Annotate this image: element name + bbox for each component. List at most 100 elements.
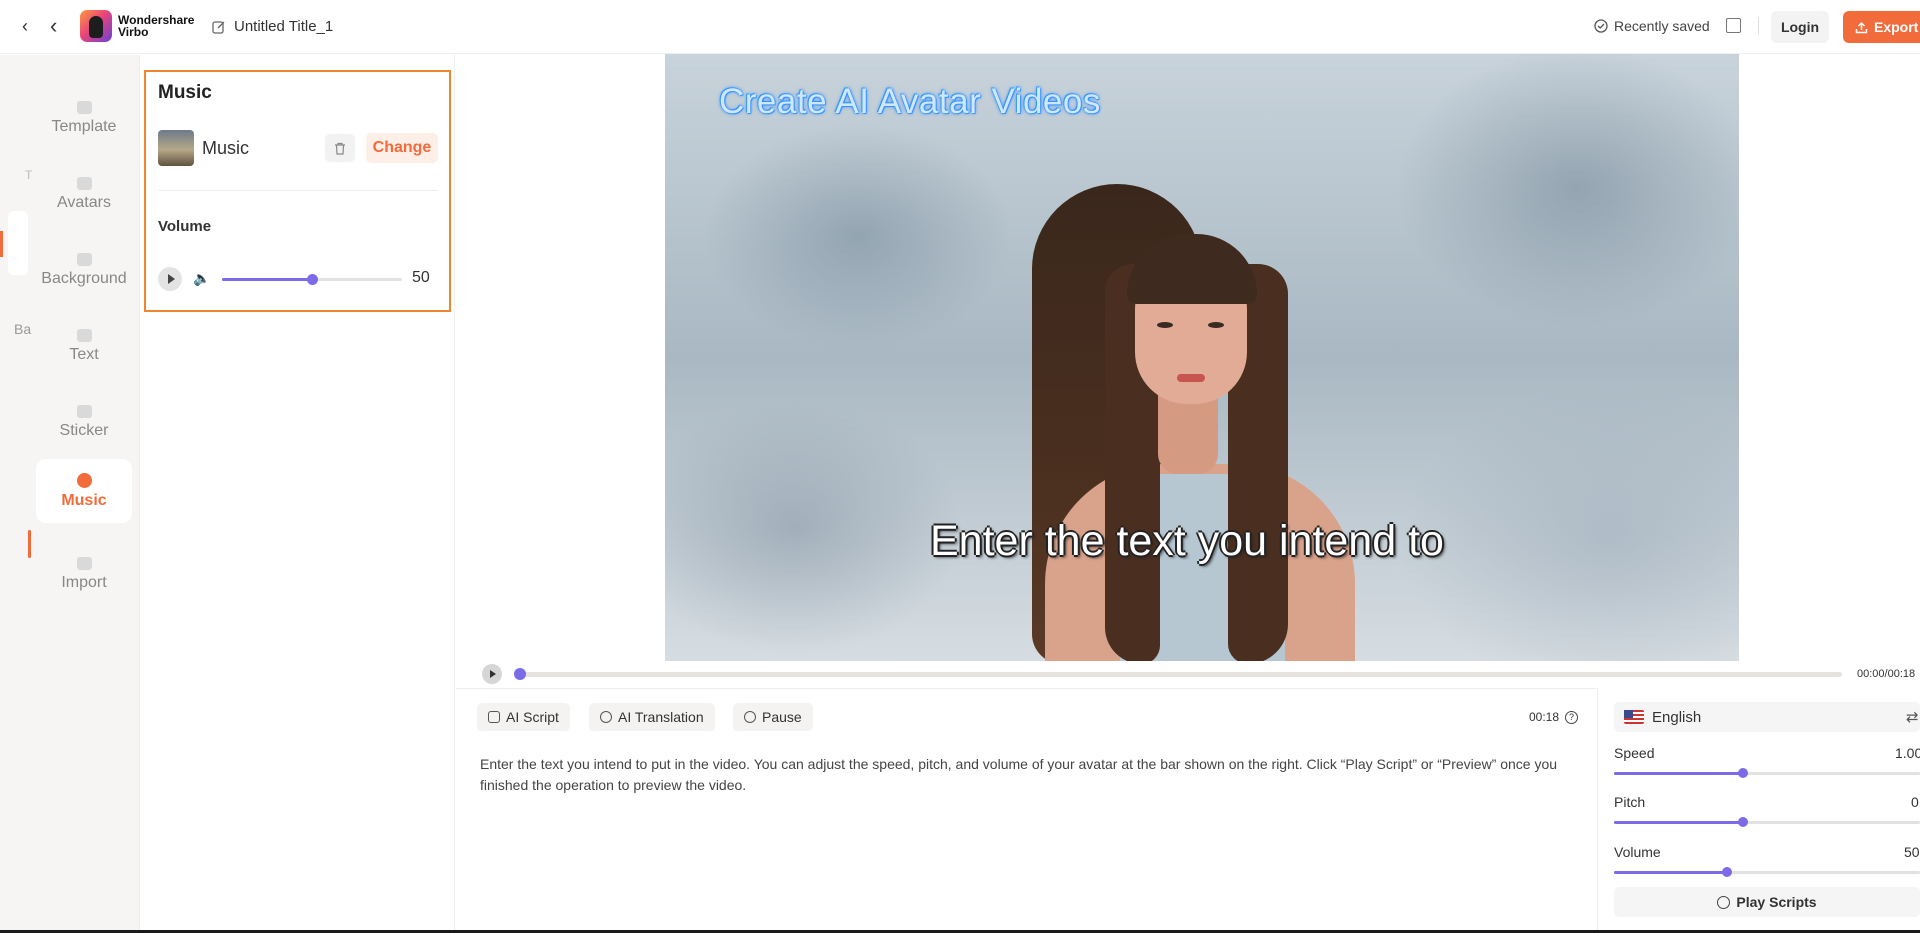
- speaker-icon[interactable]: 🔈: [193, 270, 210, 287]
- import-icon: [76, 556, 92, 570]
- tool-label: Pause: [762, 709, 802, 725]
- speed-label: Speed: [1614, 745, 1655, 761]
- tool-label: AI Script: [506, 709, 559, 725]
- left-nav: T Ba Template Avatars Background Text St…: [0, 55, 140, 933]
- play-scripts-label: Play Scripts: [1736, 894, 1817, 910]
- language-value: English: [1652, 708, 1702, 726]
- music-volume-slider[interactable]: [222, 274, 402, 285]
- script-duration: 00:18 ?: [1529, 710, 1579, 724]
- slider-fill: [1614, 821, 1743, 824]
- panel-title: Music: [158, 82, 212, 103]
- timeline-playhead[interactable]: [514, 668, 526, 680]
- duration-text: 00:18: [1529, 710, 1560, 724]
- active-indicator: [28, 530, 31, 558]
- slider-fill: [1614, 772, 1743, 775]
- music-track-name: Music: [202, 138, 250, 158]
- nav-item-label: Music: [61, 491, 107, 509]
- pitch-slider[interactable]: [1614, 817, 1920, 827]
- video-title-text[interactable]: Create AI Avatar Videos: [719, 82, 1101, 122]
- avatar-lips: [1177, 374, 1205, 382]
- music-icon: [76, 472, 92, 488]
- virbo-logo-icon: [80, 10, 112, 42]
- help-icon[interactable]: ?: [1565, 710, 1579, 724]
- avatar-icon: [76, 176, 92, 190]
- nav-item-template[interactable]: Template: [36, 86, 132, 150]
- sticker-icon: [76, 404, 92, 418]
- timeline-time: 00:00/00:18: [1857, 668, 1916, 680]
- nav-item-label: Text: [69, 345, 99, 363]
- ai-script-icon: [488, 711, 500, 723]
- login-button[interactable]: Login: [1771, 11, 1829, 43]
- text-icon: [76, 328, 92, 342]
- export-upload-icon: [1855, 21, 1868, 33]
- check-circle-icon: [1594, 19, 1608, 33]
- volume-label: Volume: [158, 218, 212, 235]
- pause-button[interactable]: Pause: [733, 703, 813, 731]
- top-bar: ‹ ‹ Wondershare Virbo Untitled Title_1 R…: [0, 0, 1920, 54]
- music-play-button[interactable]: [158, 267, 182, 291]
- nav-item-text[interactable]: Text: [36, 314, 132, 378]
- nav-item-import[interactable]: Import: [36, 542, 132, 606]
- slider-knob[interactable]: [1737, 817, 1748, 827]
- music-thumbnail: [158, 130, 194, 166]
- ai-script-button[interactable]: AI Script: [477, 703, 570, 731]
- nav-item-label: Template: [51, 117, 117, 135]
- nav-item-sticker[interactable]: Sticker: [36, 390, 132, 454]
- nav-item-music[interactable]: Music: [36, 459, 132, 523]
- save-status: Recently saved: [1594, 18, 1710, 34]
- background-icon: [76, 252, 92, 266]
- ghost-tab-label: T: [25, 168, 33, 182]
- ghost-tab: [0, 211, 28, 275]
- trash-icon: [335, 142, 345, 155]
- nav-item-label: Avatars: [57, 193, 111, 211]
- pitch-value: 0: [1911, 794, 1919, 810]
- template-icon: [76, 100, 92, 114]
- toolbar-divider: [1758, 17, 1759, 35]
- script-textarea[interactable]: Enter the text you intend to put in the …: [480, 754, 1580, 796]
- slider-knob[interactable]: [1737, 768, 1748, 778]
- pause-clock-icon: [744, 711, 756, 723]
- save-disk-icon[interactable]: [1726, 18, 1741, 33]
- save-status-text: Recently saved: [1614, 18, 1710, 34]
- preview-play-button[interactable]: [482, 664, 502, 684]
- slider-fill: [1614, 871, 1728, 874]
- document-title-text: Untitled Title_1: [234, 18, 334, 35]
- language-select[interactable]: English: [1614, 702, 1920, 732]
- video-subtitle[interactable]: Enter the text you intend to: [930, 517, 1444, 566]
- delete-music-button[interactable]: [325, 134, 355, 162]
- voice-volume-value: 50: [1904, 844, 1920, 860]
- nav-item-avatars[interactable]: Avatars: [36, 162, 132, 226]
- ai-translation-icon: [600, 711, 612, 723]
- nav-item-label: Sticker: [59, 421, 109, 439]
- play-scripts-button[interactable]: Play Scripts: [1614, 887, 1920, 917]
- change-music-button[interactable]: Change: [366, 133, 438, 163]
- music-volume-value: 50: [412, 269, 430, 286]
- document-title[interactable]: Untitled Title_1: [212, 18, 333, 35]
- speed-value: 1.00: [1895, 745, 1920, 761]
- nav-item-label: Import: [61, 573, 107, 591]
- nav-item-background[interactable]: Background: [36, 238, 132, 302]
- voice-volume-label: Volume: [1614, 844, 1661, 860]
- export-button[interactable]: Export: [1843, 11, 1920, 43]
- pitch-label: Pitch: [1614, 794, 1646, 810]
- slider-fill: [222, 278, 312, 281]
- collapse-arrow-icon[interactable]: ‹: [22, 16, 28, 37]
- slider-knob[interactable]: [307, 274, 318, 285]
- ai-translation-button[interactable]: AI Translation: [589, 703, 715, 731]
- play-circle-icon: [1717, 895, 1731, 909]
- video-preview[interactable]: Create AI Avatar Videos Enter the text y…: [665, 54, 1739, 661]
- speed-slider[interactable]: [1614, 768, 1920, 778]
- us-flag-icon: [1624, 710, 1644, 724]
- music-panel-highlight: [144, 70, 451, 312]
- swap-voice-icon[interactable]: ⇄: [1906, 708, 1919, 726]
- panel-divider: [158, 190, 438, 191]
- edit-pencil-icon: [212, 20, 225, 34]
- avatar-eye: [1157, 322, 1173, 328]
- timeline-track[interactable]: [516, 672, 1842, 677]
- nav-item-label: Background: [41, 269, 127, 287]
- voice-volume-slider[interactable]: [1614, 867, 1920, 877]
- avatar-eye: [1208, 322, 1224, 328]
- back-arrow-icon[interactable]: ‹: [50, 13, 57, 39]
- export-label: Export: [1874, 19, 1919, 35]
- brand-name: Wondershare Virbo: [118, 14, 194, 38]
